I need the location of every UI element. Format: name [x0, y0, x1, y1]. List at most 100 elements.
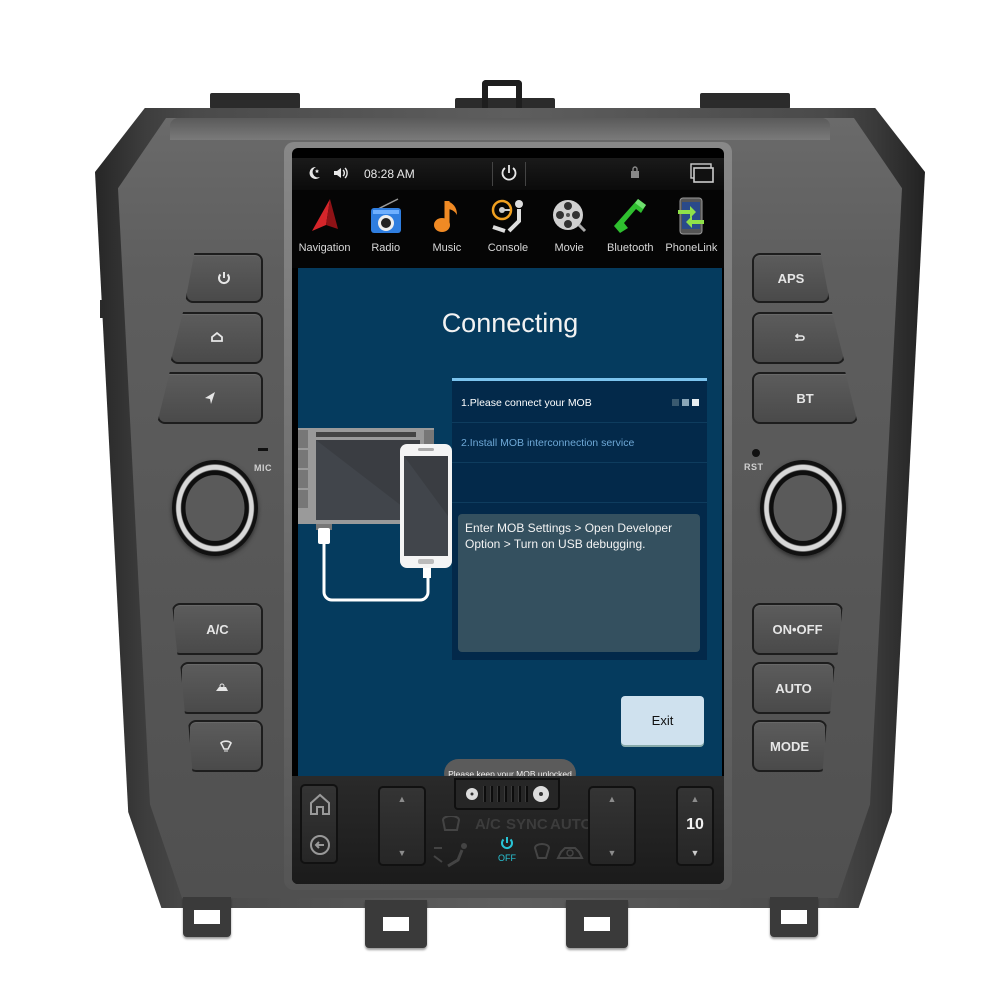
step-label: 2.Install MOB interconnection service [461, 436, 635, 449]
dock-phonelink[interactable]: PhoneLink [661, 196, 721, 268]
climate-power-toggle[interactable]: OFF [495, 836, 519, 863]
exit-button[interactable]: Exit [621, 696, 704, 745]
phone-illustration [400, 444, 452, 568]
status-divider [525, 162, 526, 186]
hw-mode-button[interactable]: MODE [752, 720, 827, 772]
navigation-icon [305, 196, 345, 236]
clock: 08:28 AM [364, 167, 415, 181]
lock-icon[interactable] [630, 165, 640, 179]
progress-dot [672, 399, 679, 406]
dock-console[interactable]: Console [478, 196, 538, 268]
hw-ac-button[interactable]: A/C [172, 603, 263, 655]
movie-reel-icon [549, 196, 589, 236]
fan-level-control: ▲ 10 ▼ [676, 786, 714, 866]
mount-tab [566, 900, 628, 948]
car-recirculation-icon [215, 683, 228, 691]
mount-tab [770, 897, 818, 937]
hw-mode-label: MODE [770, 738, 809, 754]
hw-recirculation-button[interactable] [180, 662, 263, 714]
front-defrost-icon[interactable] [532, 842, 552, 864]
defrost-icon [219, 740, 232, 752]
music-icon [427, 196, 467, 236]
hw-ac-label: A/C [206, 621, 229, 637]
hw-auto-button[interactable]: AUTO [752, 662, 835, 714]
navigation-arrow-icon [205, 392, 215, 404]
volume-icon[interactable] [332, 165, 350, 181]
fan-high-icon [532, 786, 549, 802]
top-clip-left [210, 93, 300, 109]
home-icon[interactable] [309, 792, 331, 816]
hw-home-button[interactable] [170, 312, 263, 364]
night-mode-icon[interactable] [306, 165, 322, 181]
level-down-icon[interactable]: ▼ [691, 848, 700, 858]
power-icon[interactable] [500, 163, 518, 183]
radio-icon [366, 196, 406, 236]
recirculation-icon[interactable] [556, 844, 584, 862]
back-icon[interactable] [309, 834, 331, 856]
airflow-mode-icon[interactable] [432, 842, 472, 868]
back-arrow-icon [794, 333, 805, 341]
climate-auto-label[interactable]: AUTO [550, 816, 592, 833]
right-tune-knob[interactable] [760, 460, 846, 556]
climate-sync-label[interactable]: SYNC [506, 816, 548, 833]
left-temp-control: ▲ ▼ [378, 786, 426, 866]
hw-onoff-button[interactable]: ON•OFF [752, 603, 843, 655]
dock-movie[interactable]: Movie [539, 196, 599, 268]
mic-hole [258, 448, 268, 451]
page-title: Connecting [441, 308, 579, 338]
step-divider [452, 463, 707, 503]
progress-dot [692, 399, 699, 406]
status-divider [492, 162, 493, 186]
hw-bt-button[interactable]: BT [752, 372, 858, 424]
fan-speed-bar[interactable] [454, 778, 560, 810]
step-label: 1.Please connect your MOB [461, 396, 592, 409]
left-temp-down-icon[interactable]: ▼ [398, 848, 407, 858]
dock-navigation[interactable]: Navigation [295, 196, 355, 268]
rear-defrost-icon[interactable] [440, 816, 462, 834]
hw-bt-label: BT [796, 390, 814, 406]
connection-illustration [298, 428, 452, 602]
dock-label: PhoneLink [665, 242, 718, 254]
screen: 08:28 AM Navigation Radio Music Console … [292, 148, 724, 884]
level-up-icon[interactable]: ▲ [691, 794, 700, 804]
bezel-top-strip [170, 118, 830, 140]
right-temp-up-icon[interactable]: ▲ [608, 794, 617, 804]
climate-bar: ▲ ▼ A/C SYNC AUTO OFF ▲ ▼ ▲ 10 ▼ [292, 776, 724, 884]
status-bar: 08:28 AM [292, 158, 724, 190]
right-temp-control: ▲ ▼ [588, 786, 636, 866]
hw-onoff-label: ON•OFF [772, 621, 823, 637]
console-icon [488, 196, 528, 236]
bluetooth-phone-icon [610, 196, 650, 236]
dock-bluetooth[interactable]: Bluetooth [600, 196, 660, 268]
climate-ac-label[interactable]: A/C [475, 816, 501, 833]
hw-navigation-button[interactable] [157, 372, 263, 424]
connecting-view: Connecting 1.Please connect your MOB 2.I… [298, 268, 722, 788]
dock-label: Music [432, 242, 462, 254]
hw-aps-button[interactable]: APS [752, 253, 830, 303]
dock-label: Console [487, 242, 529, 254]
power-icon [218, 272, 230, 284]
dock-music[interactable]: Music [417, 196, 477, 268]
hw-defrost-button[interactable] [188, 720, 263, 772]
steps-panel: 1.Please connect your MOB 2.Install MOB … [452, 378, 707, 660]
progress-indicator [672, 399, 699, 406]
home-icon [210, 331, 223, 342]
dock-label: Bluetooth [607, 242, 654, 254]
climate-power-label: OFF [498, 853, 516, 863]
rst-label: RST [744, 462, 764, 472]
mount-tab [183, 897, 231, 937]
left-volume-knob[interactable] [172, 460, 258, 556]
nav-panel [300, 784, 338, 864]
window-switch-icon[interactable] [690, 163, 714, 183]
temperature-value: 10 [686, 816, 704, 833]
dock-radio[interactable]: Radio [356, 196, 416, 268]
hw-auto-label: AUTO [775, 680, 812, 696]
app-dock: Navigation Radio Music Console Movie Blu… [292, 190, 724, 268]
hw-power-button[interactable] [185, 253, 263, 303]
right-temp-down-icon[interactable]: ▼ [608, 848, 617, 858]
power-icon [501, 837, 513, 849]
left-temp-up-icon[interactable]: ▲ [398, 794, 407, 804]
step-install-service: 2.Install MOB interconnection service [452, 423, 707, 463]
phonelink-icon [671, 196, 711, 236]
hw-back-button[interactable] [752, 312, 845, 364]
